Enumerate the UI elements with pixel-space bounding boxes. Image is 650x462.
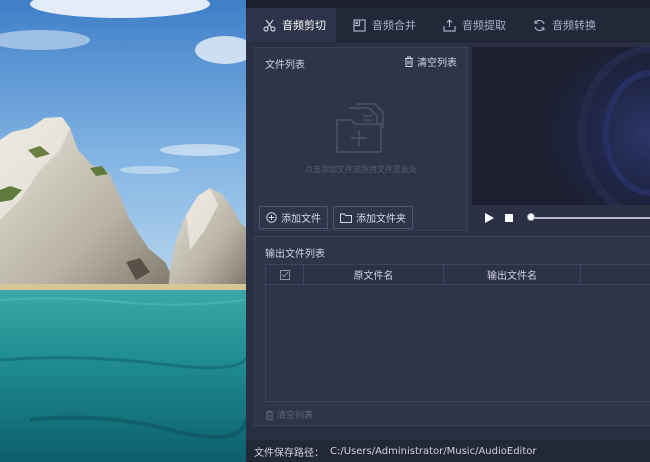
add-file-button[interactable]: 添加文件: [259, 206, 328, 229]
scissors-icon: [262, 18, 276, 32]
clear-output-list-label: 清空列表: [277, 411, 314, 421]
trash-icon: [265, 410, 274, 420]
drop-hint-text: 点击添加文件或拖拽文件至此处: [305, 165, 417, 174]
stop-icon[interactable]: [502, 211, 516, 225]
convert-icon: [532, 18, 546, 32]
seek-handle[interactable]: [527, 213, 535, 221]
select-all-checkbox[interactable]: [279, 269, 290, 280]
play-icon[interactable]: [482, 211, 496, 225]
file-panel-buttons: 添加文件 添加文件夹: [259, 206, 418, 229]
player-background-graphic: [472, 47, 650, 205]
plus-circle-icon: [266, 212, 277, 223]
add-file-label: 添加文件: [281, 214, 321, 225]
clear-list-label: 清空列表: [417, 58, 457, 69]
seaside-rocks-image: [0, 0, 246, 462]
player-controls: [472, 205, 650, 231]
save-path-label: 文件保存路径：: [254, 447, 324, 459]
select-all-column: [266, 265, 304, 284]
tab-audio-merge[interactable]: 音频合并: [336, 8, 426, 42]
merge-icon: [352, 18, 366, 32]
tab-label: 音频剪切: [282, 19, 326, 32]
output-file-list-panel: 输出文件列表 原文件名 输出文件名 清空列表: [254, 236, 650, 426]
file-drop-zone[interactable]: 点击添加文件或拖拽文件至此处: [255, 78, 467, 198]
tab-audio-convert[interactable]: 音频转换: [516, 8, 650, 42]
tab-audio-cut[interactable]: 音频剪切: [246, 8, 336, 42]
add-folder-label: 添加文件夹: [356, 214, 406, 225]
save-path-value[interactable]: C:/Users/Administrator/Music/AudioEditor: [330, 446, 536, 457]
trash-icon: [404, 56, 414, 67]
output-table-header: 原文件名 输出文件名: [266, 265, 650, 285]
clear-output-list-button[interactable]: 清空列表: [265, 408, 313, 421]
tab-label: 音频合并: [372, 19, 416, 32]
tab-label: 音频转换: [552, 19, 596, 32]
output-list-title: 输出文件列表: [265, 249, 325, 260]
seek-bar[interactable]: [532, 217, 650, 219]
tab-label: 音频提取: [462, 19, 506, 32]
add-files-icon: [335, 102, 391, 158]
save-path-bar: 文件保存路径： C:/Users/Administrator/Music/Aud…: [246, 440, 650, 462]
desktop-wallpaper: [0, 0, 246, 462]
folder-icon: [340, 213, 352, 223]
extra-column-header: [581, 265, 650, 284]
audio-editor-window: 音频剪切 音频合并 音频提取 音频转换 文件列表 清空列表 点击添加文件或拖拽文…: [246, 0, 650, 462]
clear-list-button[interactable]: 清空列表: [404, 54, 457, 69]
player-display: [472, 47, 650, 205]
file-list-panel: 文件列表 清空列表 点击添加文件或拖拽文件至此处 添加文件 添加文件夹: [254, 47, 468, 231]
output-file-table: 原文件名 输出文件名: [265, 264, 650, 402]
tab-audio-extract[interactable]: 音频提取: [426, 8, 516, 42]
tab-bar: 音频剪切 音频合并 音频提取 音频转换: [246, 8, 650, 42]
add-folder-button[interactable]: 添加文件夹: [333, 206, 413, 229]
output-filename-header: 输出文件名: [444, 265, 581, 284]
file-list-title: 文件列表: [265, 60, 305, 71]
window-titlebar: [246, 0, 650, 8]
extract-icon: [442, 18, 456, 32]
media-player-panel: [472, 47, 650, 231]
source-filename-header: 原文件名: [304, 265, 444, 284]
